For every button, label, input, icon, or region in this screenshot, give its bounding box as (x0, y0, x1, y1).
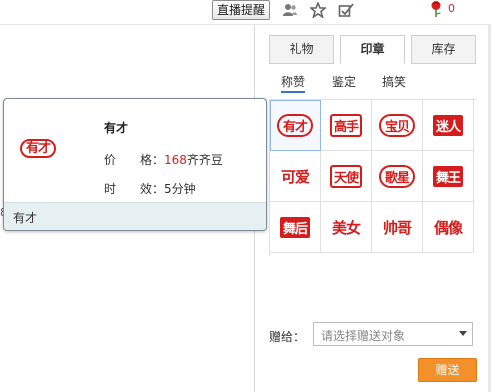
recipient-placeholder: 请选择赠送对象 (321, 329, 406, 343)
star-icon[interactable] (309, 1, 327, 19)
subtab-funny[interactable]: 搞笑 (382, 73, 406, 90)
stamp-cell[interactable]: 舞后 (270, 202, 321, 253)
stamp-preview: 有才 (20, 137, 57, 158)
tab-inventory[interactable]: 库存 (411, 35, 476, 64)
price-row: 价 格：168齐齐豆 (104, 151, 223, 168)
recipient-select[interactable]: 请选择赠送对象 (313, 322, 473, 346)
stamp-cell[interactable]: 美女 (321, 202, 372, 253)
stamp-label: 舞后 (279, 216, 310, 238)
stamp-label: 偶像 (433, 218, 463, 237)
live-reminder-button[interactable]: 直播提醒 (212, 0, 271, 20)
person-icon[interactable] (281, 1, 299, 19)
duration-row: 时 效：5分钟 (104, 180, 196, 197)
price-unit: 齐齐豆 (186, 153, 223, 167)
stamp-grid: 有才 高手 宝贝 迷人 可爱 天使 歌星 舞王 舞后 美女 帅哥 偶像 (269, 99, 477, 256)
tab-stamp[interactable]: 印章 (340, 35, 405, 64)
duration-value: 5分钟 (164, 182, 196, 196)
stamp-cell[interactable]: 帅哥 (372, 202, 423, 253)
stamp-label: 可爱 (280, 167, 310, 186)
stamp-cell[interactable]: 迷人 (423, 100, 474, 151)
stamp-cell[interactable]: 天使 (321, 151, 372, 202)
stamp-label: 有才 (276, 113, 313, 137)
duration-label: 时 效： (104, 182, 165, 196)
stamp-label: 宝贝 (378, 113, 415, 137)
gift-panel: 礼物 印章 库存 称赞 鉴定 搞笑 有才 高手 宝贝 迷人 可爱 天使 歌星 舞… (254, 25, 491, 392)
price-label: 价 格： (104, 153, 165, 167)
stamp-cell[interactable]: 宝贝 (372, 100, 423, 151)
tab-gift[interactable]: 礼物 (269, 35, 334, 64)
stamp-label: 帅哥 (382, 218, 412, 237)
price-value: 168 (164, 153, 187, 167)
stamp-cell[interactable]: 高手 (321, 100, 372, 151)
stamp-cell[interactable]: 可爱 (270, 151, 321, 202)
stamp-cell[interactable]: 歌星 (372, 151, 423, 202)
stamp-name: 有才 (104, 121, 129, 135)
chevron-down-icon (459, 331, 467, 336)
stamp-label: 高手 (329, 113, 362, 137)
stamp-label: 天使 (329, 164, 362, 188)
checkin-icon[interactable] (337, 1, 355, 19)
subtab-praise[interactable]: 称赞 (281, 73, 306, 93)
stamp-label: 美女 (331, 218, 361, 237)
top-bar: 直播提醒 0 (0, 0, 491, 25)
stamp-label: 舞王 (432, 165, 463, 187)
tooltip-footer-text: 有才 (13, 211, 38, 225)
stamp-label: 歌星 (378, 164, 415, 188)
stamp-cell[interactable]: 偶像 (423, 202, 474, 253)
stamp-cell[interactable]: 有才 (270, 100, 321, 151)
give-to-label: 赠给： (269, 330, 306, 344)
flower-icon[interactable] (429, 0, 443, 18)
stamp-tooltip: 有才 有才 价 格：168齐齐豆 时 效：5分钟 有才 (3, 98, 267, 231)
tooltip-footer: 有才 (4, 202, 266, 230)
flower-count: 0 (448, 2, 455, 15)
subtab-appraise[interactable]: 鉴定 (332, 73, 356, 90)
stamp-label: 迷人 (432, 114, 463, 136)
stamp-preview-label: 有才 (20, 139, 57, 158)
stamp-cell[interactable]: 舞王 (423, 151, 474, 202)
send-button[interactable]: 赠送 (418, 358, 477, 382)
